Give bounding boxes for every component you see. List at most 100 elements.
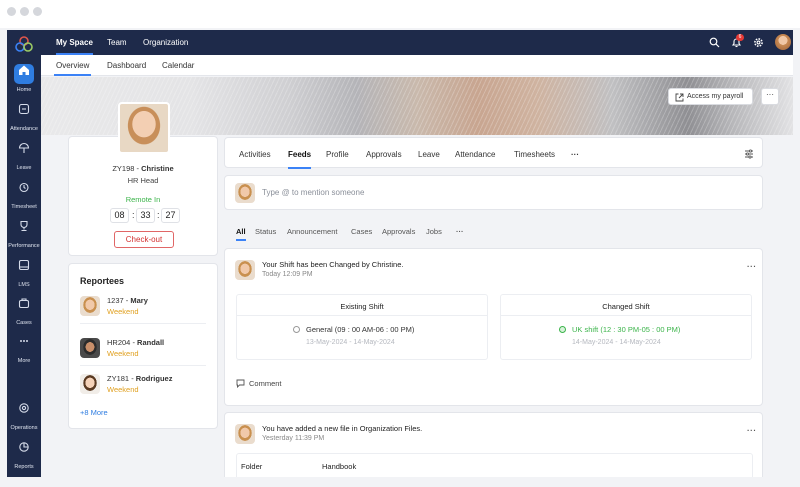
sidebar-item-label: Timesheet — [11, 204, 37, 210]
sidebar-item-performance[interactable]: Performance — [7, 217, 41, 249]
filter-jobs[interactable]: Jobs — [426, 227, 442, 236]
avatar[interactable] — [80, 374, 100, 394]
reportees-title: Reportees — [80, 276, 125, 286]
time-seconds: 27 — [161, 208, 180, 223]
cases-icon — [14, 297, 34, 317]
topnav-my-space[interactable]: My Space — [56, 38, 93, 55]
reportee-status: Weekend — [107, 385, 139, 394]
home-icon — [14, 64, 34, 84]
avatar[interactable] — [235, 260, 255, 280]
changed-shift-dates: 14-May-2024 - 14-May-2024 — [572, 339, 661, 346]
tab-leave[interactable]: Leave — [418, 150, 440, 159]
filter-approvals[interactable]: Approvals — [382, 227, 415, 236]
comment-button[interactable]: Comment — [249, 379, 282, 388]
avatar[interactable] — [80, 296, 100, 316]
check-out-button[interactable]: Check-out — [114, 231, 174, 248]
changed-shift-box: Changed Shift UK shift (12 : 30 PM-05 : … — [500, 294, 752, 360]
sidebar-item-home[interactable]: Home — [7, 61, 41, 93]
avatar[interactable] — [235, 424, 255, 444]
leave-icon — [14, 142, 34, 162]
topnav-organization[interactable]: Organization — [143, 38, 188, 47]
main-tabs-card: Activities Feeds Profile Approvals Leave… — [224, 137, 763, 169]
avatar[interactable] — [80, 338, 100, 358]
status-remote-in: Remote In — [125, 195, 161, 204]
divider — [80, 365, 206, 366]
changed-shift-radio — [559, 326, 566, 333]
reportee-id-name[interactable]: ZY181 - Rodriguez — [107, 374, 172, 383]
reportees-card: Reportees 1237 - Mary Weekend HR204 - Ra… — [68, 263, 218, 429]
filter-all[interactable]: All — [236, 227, 246, 241]
profile-card: ZY198 - Christine HR Head Remote In 08 :… — [68, 102, 218, 256]
feed-menu-button[interactable]: ··· — [747, 426, 757, 435]
tabs-more-button[interactable]: ··· — [571, 150, 579, 159]
profile-name: Christine — [141, 164, 174, 173]
access-payroll-button[interactable]: Access my payroll — [668, 88, 753, 105]
access-payroll-label: Access my payroll — [687, 93, 744, 100]
folder-label: Folder — [241, 462, 263, 471]
app-logo-icon[interactable] — [15, 36, 33, 52]
reports-icon — [14, 441, 34, 461]
search-icon[interactable] — [709, 37, 720, 48]
window-close-dot[interactable] — [7, 7, 16, 16]
divider — [80, 323, 206, 324]
tab-profile[interactable]: Profile — [326, 150, 349, 159]
mention-input[interactable]: Type @ to mention someone — [262, 188, 364, 197]
sidebar-item-reports[interactable]: Reports — [7, 438, 41, 470]
feed-title: Your Shift has been Changed by Christine… — [262, 260, 404, 269]
feed-item: Your Shift has been Changed by Christine… — [224, 248, 763, 406]
tab-feeds[interactable]: Feeds — [288, 150, 312, 169]
tab-timesheets[interactable]: Timesheets — [514, 150, 555, 159]
user-avatar[interactable] — [775, 34, 791, 50]
time-colon: : — [132, 210, 135, 220]
sidebar-item-label: LMS — [18, 282, 30, 288]
profile-photo[interactable] — [118, 102, 170, 154]
folder-value[interactable]: Handbook — [322, 462, 356, 471]
more-reportees-link[interactable]: +8 More — [80, 408, 108, 417]
sidebar-item-attendance[interactable]: Attendance — [7, 100, 41, 132]
tab-dashboard[interactable]: Dashboard — [107, 61, 146, 70]
profile-id-name: ZY198 - Christine — [69, 164, 217, 173]
trophy-icon — [14, 220, 34, 240]
sidebar-item-label: Reports — [14, 464, 34, 470]
comment-icon — [236, 379, 245, 388]
external-link-icon — [675, 93, 684, 102]
reportee-name: Randall — [137, 338, 165, 347]
divider — [237, 315, 487, 316]
tab-overview[interactable]: Overview — [53, 61, 92, 76]
topnav-team[interactable]: Team — [107, 38, 127, 47]
sidebar-item-label: More — [17, 358, 31, 364]
window-maximize-dot[interactable] — [33, 7, 42, 16]
sidebar-item-more[interactable]: More — [7, 332, 41, 364]
sidebar-item-timesheet[interactable]: Timesheet — [7, 178, 41, 210]
settings-sliders-icon[interactable] — [744, 149, 754, 159]
existing-shift-box: Existing Shift General (09 : 00 AM-06 : … — [236, 294, 488, 360]
window-titlebar — [0, 0, 800, 28]
reportee-id-name[interactable]: HR204 - Randall — [107, 338, 164, 347]
operations-icon — [14, 402, 34, 422]
changed-shift-name: UK shift (12 : 30 PM-05 : 00 PM) — [572, 325, 681, 334]
composer-card: Type @ to mention someone — [224, 175, 763, 210]
feed-item: You have added a new file in Organizatio… — [224, 412, 763, 477]
filter-status[interactable]: Status — [255, 227, 276, 236]
window-minimize-dot[interactable] — [20, 7, 29, 16]
feed-menu-button[interactable]: ··· — [747, 262, 757, 271]
filters-more-button[interactable]: ··· — [456, 227, 464, 236]
sidebar-item-label: Cases — [16, 320, 32, 326]
filter-cases[interactable]: Cases — [351, 227, 372, 236]
sidebar-item-operations[interactable]: Operations — [7, 399, 41, 431]
feed-time: Today 12:09 PM — [262, 271, 313, 278]
notification-badge: 6 — [736, 34, 744, 41]
tab-activities[interactable]: Activities — [239, 150, 271, 159]
sidebar-item-lms[interactable]: LMS — [7, 256, 41, 288]
gear-icon[interactable] — [753, 37, 764, 48]
sidebar-item-cases[interactable]: Cases — [7, 294, 41, 326]
tab-approvals[interactable]: Approvals — [366, 150, 402, 159]
filter-announcement[interactable]: Announcement — [287, 227, 337, 236]
reportee-id-name[interactable]: 1237 - Mary — [107, 296, 148, 305]
reportee-name: Mary — [130, 296, 148, 305]
banner-more-button[interactable]: ··· — [761, 88, 779, 105]
sidebar-item-label: Home — [16, 87, 32, 93]
tab-attendance[interactable]: Attendance — [455, 150, 495, 159]
tab-calendar[interactable]: Calendar — [162, 61, 194, 70]
sidebar-item-leave[interactable]: Leave — [7, 139, 41, 171]
